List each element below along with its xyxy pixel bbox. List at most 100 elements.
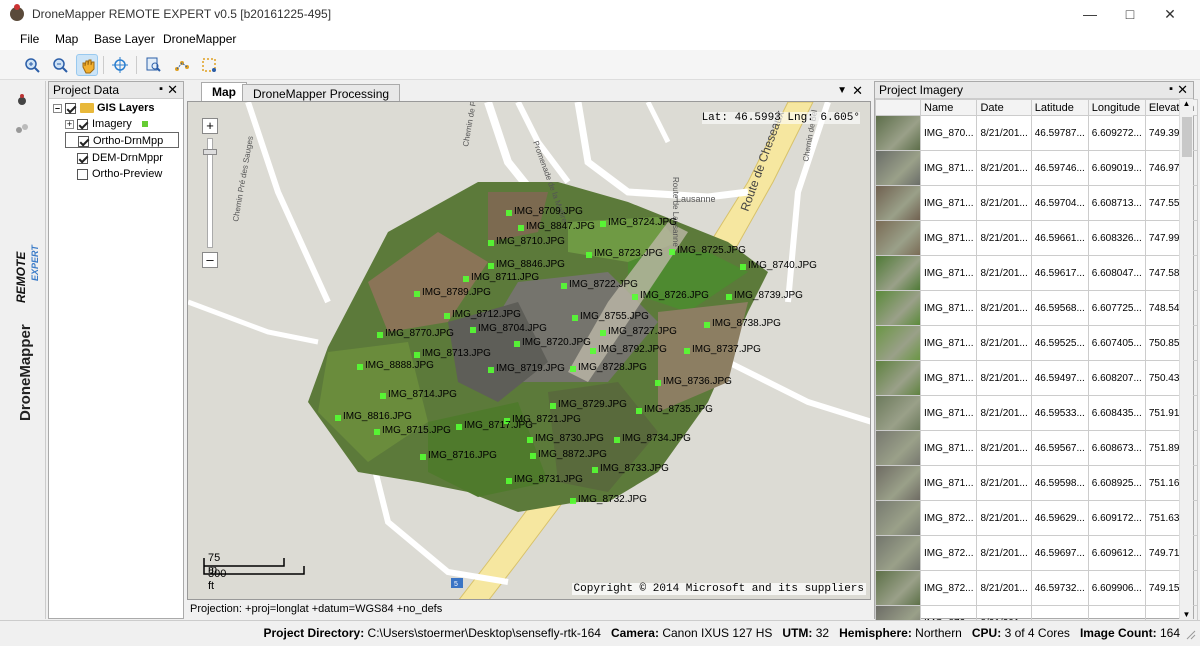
image-marker[interactable] (488, 367, 494, 373)
image-marker[interactable] (570, 498, 576, 504)
image-marker[interactable] (561, 283, 567, 289)
tab-close-icon[interactable]: ✕ (852, 83, 863, 99)
checkbox[interactable] (78, 135, 89, 147)
zoom-slider[interactable] (203, 138, 217, 248)
table-row[interactable]: IMG_871... 8/21/201... 46.59568... 6.607725… (875, 290, 1199, 326)
image-marker[interactable] (586, 252, 592, 258)
image-marker[interactable] (380, 393, 386, 399)
tree-dem-drnmppr[interactable]: DEM-DrnMppr (65, 150, 163, 166)
image-marker[interactable] (488, 240, 494, 246)
image-marker[interactable] (600, 221, 606, 227)
table-row[interactable]: IMG_872... 8/21/201... 46.59629... 6.609172… (875, 500, 1199, 536)
image-thumbnail[interactable] (876, 361, 920, 395)
image-marker[interactable] (506, 210, 512, 216)
image-marker[interactable] (684, 348, 690, 354)
crosshair-icon[interactable] (109, 54, 131, 76)
resize-grip-icon[interactable] (1186, 629, 1196, 640)
image-thumbnail[interactable] (876, 396, 920, 430)
zoom-extent-icon[interactable] (143, 54, 165, 76)
map-zoom-out-button[interactable]: – (202, 252, 218, 268)
map-zoom-in-button[interactable]: + (202, 118, 218, 134)
image-thumbnail[interactable] (876, 116, 920, 150)
image-thumbnail[interactable] (876, 291, 920, 325)
zoom-in-icon[interactable] (21, 54, 43, 76)
image-marker[interactable] (414, 352, 420, 358)
close-panel-icon[interactable]: ✕ (167, 82, 178, 98)
table-row[interactable]: IMG_871... 8/21/201... 46.59567... 6.608673… (875, 430, 1199, 466)
image-marker[interactable] (550, 403, 556, 409)
image-marker[interactable] (572, 315, 578, 321)
expand-icon[interactable]: + (65, 119, 74, 129)
image-marker[interactable] (614, 437, 620, 443)
table-row[interactable]: IMG_871... 8/21/201... 46.59497... 6.608207… (875, 360, 1199, 396)
image-marker[interactable] (470, 327, 476, 333)
image-thumbnail[interactable] (876, 186, 920, 220)
checkbox[interactable] (65, 102, 76, 114)
tab-map[interactable]: Map (201, 82, 247, 102)
image-marker[interactable] (527, 437, 533, 443)
minimize-button[interactable]: — (1070, 2, 1110, 26)
image-thumbnail[interactable] (876, 151, 920, 185)
image-marker[interactable] (420, 454, 426, 460)
image-thumbnail[interactable] (876, 466, 920, 500)
image-marker[interactable] (600, 330, 606, 336)
image-marker[interactable] (669, 249, 675, 255)
checkbox[interactable] (77, 152, 88, 164)
zoom-out-icon[interactable] (49, 54, 71, 76)
image-marker[interactable] (514, 341, 520, 347)
select-area-icon[interactable] (198, 54, 220, 76)
image-marker[interactable] (374, 429, 380, 435)
scroll-down-icon[interactable]: ▼ (1180, 610, 1193, 619)
image-thumbnail[interactable] (876, 326, 920, 360)
pan-hand-icon[interactable] (76, 54, 98, 76)
image-marker[interactable] (590, 348, 596, 354)
image-marker[interactable] (632, 294, 638, 300)
image-marker[interactable] (518, 225, 524, 231)
image-thumbnail[interactable] (876, 431, 920, 465)
image-marker[interactable] (655, 380, 661, 386)
col-name[interactable]: Name (919, 99, 978, 116)
pin-icon[interactable]: ▪ (1169, 83, 1173, 95)
image-marker[interactable] (357, 364, 363, 370)
maximize-button[interactable]: □ (1110, 2, 1150, 26)
scrollbar-thumb[interactable] (1182, 117, 1192, 157)
image-thumbnail[interactable] (876, 501, 920, 535)
checkbox[interactable] (77, 118, 88, 130)
image-marker[interactable] (726, 294, 732, 300)
table-row[interactable]: IMG_871... 8/21/201... 46.59525... 6.607405… (875, 325, 1199, 361)
tab-dronemapper-processing[interactable]: DroneMapper Processing (242, 84, 401, 102)
image-marker[interactable] (506, 478, 512, 484)
image-marker[interactable] (488, 263, 494, 269)
image-marker[interactable] (704, 322, 710, 328)
table-row[interactable]: IMG_872... 8/21/201... 46.59732... 6.609906… (875, 570, 1199, 606)
close-panel-icon[interactable]: ✕ (1177, 82, 1188, 98)
menu-base-layer[interactable]: Base Layer (94, 32, 155, 46)
image-thumbnail[interactable] (876, 571, 920, 605)
tab-dropdown-icon[interactable]: ▼ (837, 85, 847, 96)
table-row[interactable]: IMG_872... 8/21/201... 46.59697... 6.609612… (875, 535, 1199, 571)
table-row[interactable]: IMG_871... 8/21/201... 46.59746... 6.609019… (875, 150, 1199, 186)
imagery-scrollbar[interactable]: ▲ ▼ (1179, 99, 1193, 619)
image-marker[interactable] (456, 424, 462, 430)
image-marker[interactable] (740, 264, 746, 270)
pin-icon[interactable]: ▪ (159, 83, 163, 95)
table-row[interactable]: IMG_871... 8/21/201... 46.59533... 6.608435… (875, 395, 1199, 431)
table-row[interactable]: IMG_871... 8/21/201... 46.59704... 6.608713… (875, 185, 1199, 221)
menu-dronemapper[interactable]: DroneMapper (163, 32, 236, 46)
tree-ortho-drnmpp[interactable]: Ortho-DrnMpp (65, 132, 179, 148)
image-thumbnail[interactable] (876, 536, 920, 570)
image-marker[interactable] (530, 453, 536, 459)
select-points-icon[interactable] (171, 54, 193, 76)
image-thumbnail[interactable] (876, 256, 920, 290)
tree-ortho-preview[interactable]: Ortho-Preview (65, 166, 162, 182)
table-row[interactable]: IMG_870... 8/21/201... 46.59787... 6.609272… (875, 115, 1199, 151)
col-longitude[interactable]: Longitude (1087, 99, 1146, 116)
table-row[interactable]: IMG_871... 8/21/201... 46.59617... 6.608047… (875, 255, 1199, 291)
image-marker[interactable] (444, 313, 450, 319)
col-latitude[interactable]: Latitude (1030, 99, 1089, 116)
image-marker[interactable] (335, 415, 341, 421)
image-marker[interactable] (463, 276, 469, 282)
table-row[interactable]: IMG_871... 8/21/201... 46.59661... 6.608326… (875, 220, 1199, 256)
map-view[interactable]: Route de Cheseaux Promenade de la Mellir… (187, 101, 871, 600)
tree-gis-layers[interactable]: – GIS Layers (53, 100, 154, 116)
